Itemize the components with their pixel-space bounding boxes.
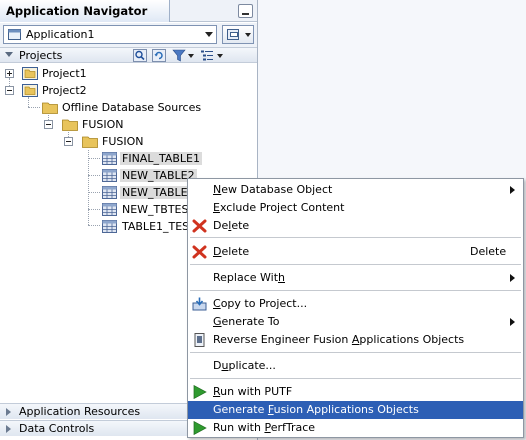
table-icon <box>102 186 117 199</box>
menu-separator <box>190 352 521 353</box>
projects-header[interactable]: Projects <box>0 47 257 63</box>
menu-item-label: Run with PUTF <box>213 385 293 398</box>
menu-item-copy-to-project[interactable]: Copy to Project... <box>188 295 523 313</box>
copy-icon <box>192 297 207 311</box>
menu-item-label: Run with PerfTrace <box>213 421 316 434</box>
minimize-button[interactable] <box>238 4 253 18</box>
folder-icon <box>42 102 58 114</box>
menu-item-label: Delete <box>213 245 250 258</box>
expand-arrow-icon <box>6 425 11 433</box>
folder-icon <box>22 67 38 80</box>
search-icon[interactable] <box>133 49 147 62</box>
collapse-icon[interactable] <box>5 86 14 95</box>
submenu-arrow-icon <box>510 274 515 282</box>
collapse-icon[interactable] <box>44 120 53 129</box>
tree-node-label: Project1 <box>42 67 87 80</box>
application-menu-button[interactable] <box>222 25 254 44</box>
chevron-down-icon[interactable] <box>188 54 194 58</box>
menu-item-delete-with-shortcut[interactable]: Delete Delete <box>188 243 523 261</box>
menu-item-label: Generate To <box>213 315 280 328</box>
menu-item-reverse-engineer[interactable]: Reverse Engineer Fusion Applications Obj… <box>188 331 523 349</box>
tree-node-label: NEW_TABLE3 <box>120 186 197 199</box>
tree-node-offline-database-sources[interactable]: Offline Database Sources <box>0 99 257 116</box>
tree-node-label: FUSION <box>102 135 144 148</box>
tree-node-project2[interactable]: Project2 <box>0 82 257 99</box>
menu-item-label: Exclude Project Content <box>213 201 345 214</box>
chevron-down-icon <box>245 33 251 37</box>
expand-icon[interactable] <box>5 69 14 78</box>
refresh-icon[interactable] <box>152 49 166 62</box>
expand-arrow-icon <box>6 408 11 416</box>
delete-icon <box>192 219 207 233</box>
menu-shortcut: Delete <box>470 245 507 258</box>
menu-item-label: Delete <box>213 219 250 232</box>
chevron-down-icon <box>205 32 213 37</box>
folder-icon <box>22 84 38 97</box>
tree-node-fusion-folder[interactable]: FUSION <box>0 116 257 133</box>
menu-separator <box>190 290 521 291</box>
menu-separator <box>190 378 521 379</box>
collapse-icon[interactable] <box>64 137 73 146</box>
chevron-down-icon[interactable] <box>217 54 223 58</box>
menu-item-run-with-perftrace[interactable]: Run with PerfTrace <box>188 419 523 437</box>
application-bar: Application1 <box>0 23 257 47</box>
application-icon <box>8 29 21 40</box>
menu-separator <box>190 264 521 265</box>
tree-node-label: NEW_TABLE2 <box>120 169 197 182</box>
submenu-arrow-icon <box>510 186 515 194</box>
table-icon <box>102 169 117 182</box>
menu-item-replace-with[interactable]: Replace With <box>188 269 523 287</box>
delete-icon <box>192 245 207 259</box>
run-icon <box>193 421 207 435</box>
menu-item-label: Duplicate... <box>213 359 276 372</box>
menu-item-label: Generate Fusion Applications Objects <box>213 403 419 416</box>
folder-icon <box>62 119 78 131</box>
table-icon <box>102 152 117 165</box>
menu-separator <box>190 237 521 238</box>
accordion-label: Application Resources <box>19 405 141 418</box>
tree-node-fusion-schema[interactable]: FUSION <box>0 133 257 150</box>
folder-icon <box>82 136 98 148</box>
menu-item-exclude-project-content[interactable]: Exclude Project Content <box>188 199 523 217</box>
tree-node-label: FINAL_TABLE1 <box>120 152 202 165</box>
application-select[interactable]: Application1 <box>3 25 217 44</box>
menu-item-label: New Database Object <box>213 183 333 196</box>
menu-item-generate-to[interactable]: Generate To <box>188 313 523 331</box>
view-options-icon[interactable] <box>200 49 214 62</box>
tree-node-project1[interactable]: Project1 <box>0 65 257 82</box>
navigator-title[interactable]: Application Navigator <box>0 0 170 22</box>
filter-icon[interactable] <box>172 49 186 62</box>
menu-item-run-with-putf[interactable]: Run with PUTF <box>188 383 523 401</box>
menu-item-label: Copy to Project... <box>213 297 308 310</box>
menu-item-label: Replace With <box>213 271 285 284</box>
menu-item-delete[interactable]: Delete <box>188 217 523 235</box>
tree-node-label: NEW_TBTEST <box>122 203 196 216</box>
collapse-icon[interactable] <box>5 52 13 57</box>
reverse-engineer-icon <box>194 333 205 347</box>
tree-node-label: TABLE1_TES <box>122 220 190 233</box>
minimize-icon <box>242 13 249 15</box>
menu-item-generate-fusion-applications-objects[interactable]: Generate Fusion Applications Objects <box>188 401 523 419</box>
tree-node-label: Offline Database Sources <box>62 101 202 114</box>
tree-node-label: Project2 <box>42 84 87 97</box>
navigator-titlebar: Application Navigator <box>0 0 257 22</box>
application-name: Application1 <box>26 28 95 41</box>
context-menu: New Database Object Exclude Project Cont… <box>187 178 524 438</box>
table-icon <box>102 220 117 233</box>
projects-label: Projects <box>19 49 63 62</box>
menu-item-new-database-object[interactable]: New Database Object <box>188 181 523 199</box>
application-menu-icon <box>227 29 239 40</box>
accordion-label: Data Controls <box>19 422 95 435</box>
menu-item-duplicate[interactable]: Duplicate... <box>188 357 523 375</box>
tree-node-table[interactable]: FINAL_TABLE1 <box>0 150 257 167</box>
table-icon <box>102 203 117 216</box>
menu-item-label: Reverse Engineer Fusion Applications Obj… <box>213 333 465 346</box>
submenu-arrow-icon <box>510 318 515 326</box>
run-icon <box>193 385 207 399</box>
tree-node-label: FUSION <box>82 118 124 131</box>
